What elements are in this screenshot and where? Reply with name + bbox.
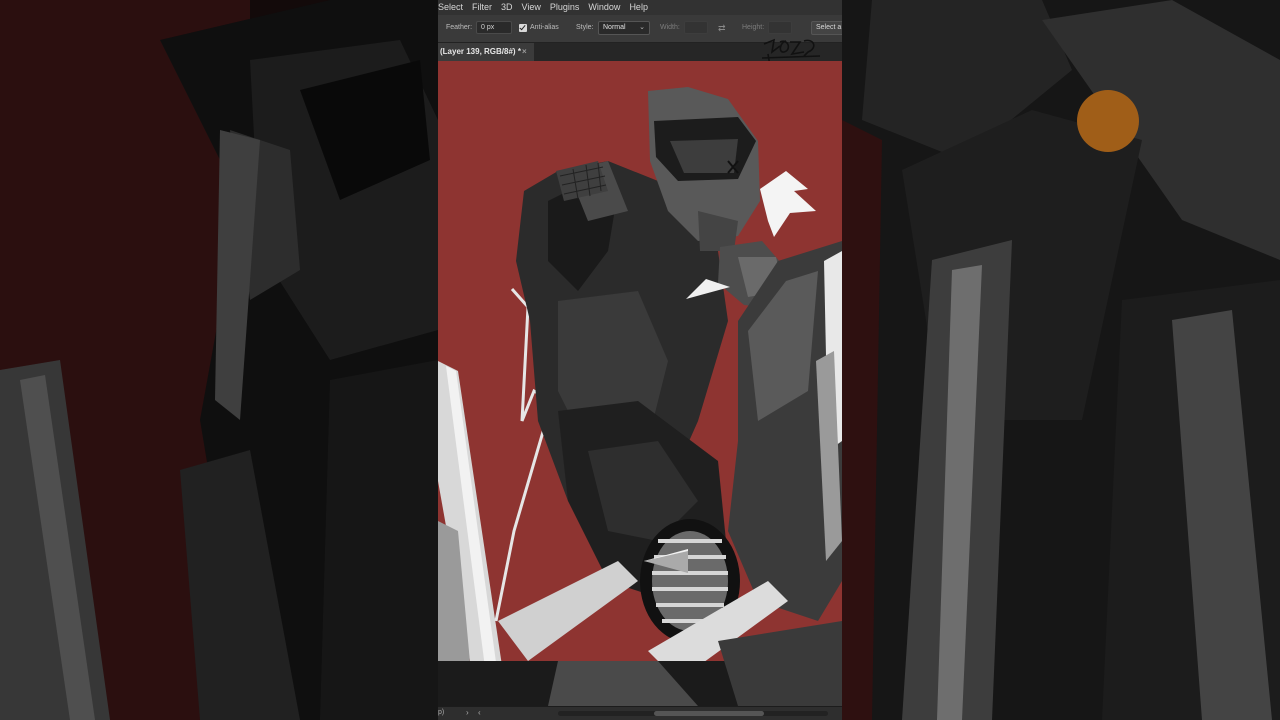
antialias-label: Anti-alias xyxy=(530,24,559,31)
status-text: p) xyxy=(438,709,445,716)
chevron-left-icon[interactable]: ‹ xyxy=(478,708,481,717)
document-tab-title: (Layer 139, RGB/8#) * xyxy=(440,47,521,56)
document-canvas[interactable] xyxy=(438,61,842,706)
menu-filter[interactable]: Filter xyxy=(472,0,492,15)
left-blur-art xyxy=(0,0,438,720)
feather-label: Feather: xyxy=(446,24,473,31)
left-background-blur xyxy=(0,0,438,720)
menu-help[interactable]: Help xyxy=(629,0,648,15)
menu-plugins[interactable]: Plugins xyxy=(550,0,580,15)
select-and-mask-button[interactable]: Select a xyxy=(811,21,842,35)
swap-arrows-icon[interactable]: ⇄ xyxy=(718,23,726,34)
menu-window[interactable]: Window xyxy=(588,0,620,15)
chevron-right-icon[interactable]: › xyxy=(466,708,469,717)
horizontal-scrollbar[interactable] xyxy=(558,711,828,716)
status-bar: p) › ‹ xyxy=(438,706,842,720)
chevron-down-icon: ⌄ xyxy=(639,24,645,31)
feather-input[interactable]: 0 px xyxy=(476,21,512,34)
biker-illustration xyxy=(438,61,842,706)
photoshop-window: Select Filter 3D View Plugins Window Hel… xyxy=(438,0,842,720)
style-select[interactable]: Normal ⌄ xyxy=(598,21,650,35)
document-tab[interactable]: (Layer 139, RGB/8#) * × xyxy=(438,43,534,61)
menu-bar: Select Filter 3D View Plugins Window Hel… xyxy=(438,0,842,15)
height-label: Height: xyxy=(742,24,765,31)
close-icon[interactable]: × xyxy=(522,43,527,61)
style-select-value: Normal xyxy=(603,24,626,31)
menu-view[interactable]: View xyxy=(522,0,541,15)
right-background-blur xyxy=(842,0,1280,720)
height-input[interactable] xyxy=(768,21,792,34)
scrollbar-thumb[interactable] xyxy=(654,711,764,716)
style-label: Style: xyxy=(576,24,594,31)
menu-3d[interactable]: 3D xyxy=(501,0,513,15)
checkbox-checked-icon[interactable] xyxy=(519,24,527,32)
width-label: Width: xyxy=(660,24,680,31)
width-input[interactable] xyxy=(684,21,708,34)
menu-select[interactable]: Select xyxy=(438,0,463,15)
right-blur-art xyxy=(842,0,1280,720)
